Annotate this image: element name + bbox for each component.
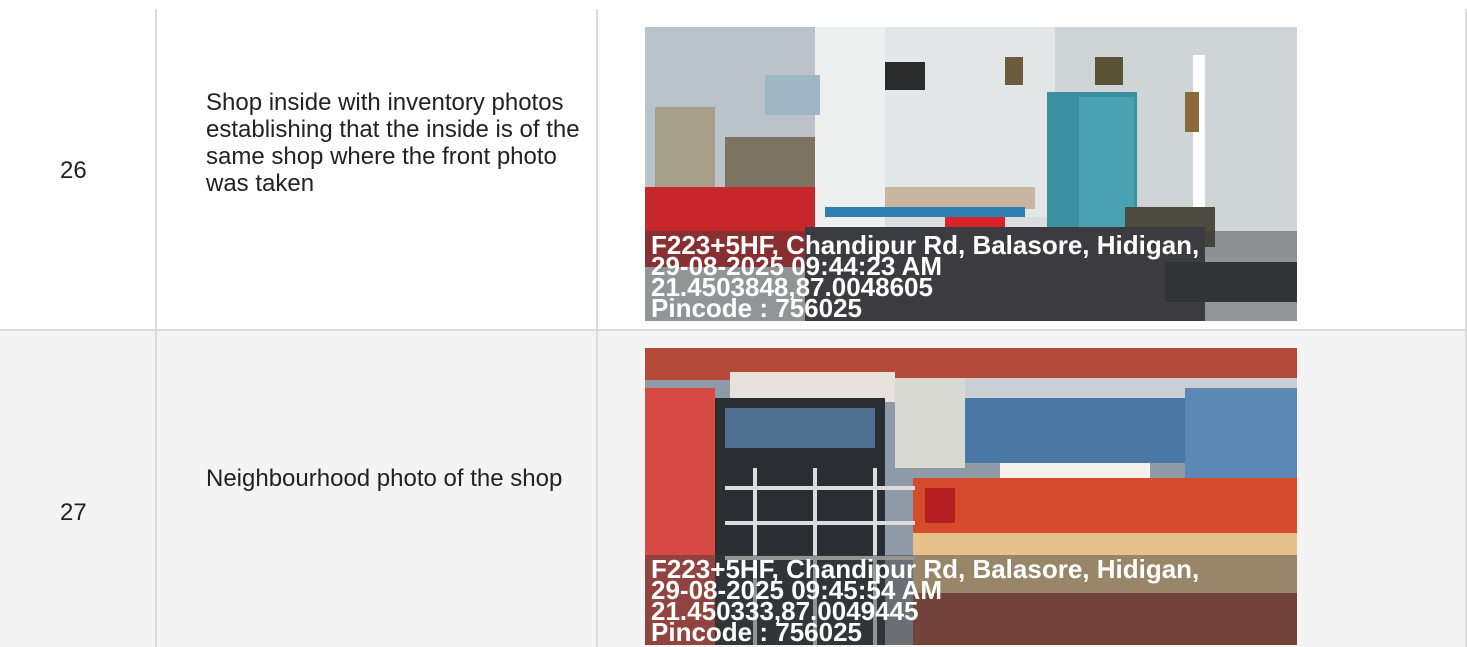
row-description: Neighbourhood photo of the shop bbox=[206, 465, 563, 492]
row-number: 27 bbox=[60, 499, 87, 526]
table-row: 27 Neighbourhood photo of the shop F223+… bbox=[0, 331, 1467, 647]
geo-stamp: F223+5HF, Chandipur Rd, Balasore, Hidiga… bbox=[645, 555, 1297, 645]
row-description: Shop inside with inventory photos establ… bbox=[206, 89, 580, 197]
row-number: 26 bbox=[60, 157, 87, 184]
stamp-pincode: Pincode : 756025 bbox=[651, 293, 862, 321]
shop-interior-photo: F223+5HF, Chandipur Rd, Balasore, Hidiga… bbox=[645, 27, 1297, 321]
stamp-pincode: Pincode : 756025 bbox=[651, 617, 862, 645]
neighbourhood-photo: F223+5HF, Chandipur Rd, Balasore, Hidiga… bbox=[645, 348, 1297, 645]
column-divider bbox=[155, 9, 157, 647]
table-row: 26 Shop inside with inventory photos est… bbox=[0, 9, 1467, 331]
column-divider bbox=[596, 9, 598, 647]
geo-stamp: F223+5HF, Chandipur Rd, Balasore, Hidiga… bbox=[645, 231, 1297, 321]
